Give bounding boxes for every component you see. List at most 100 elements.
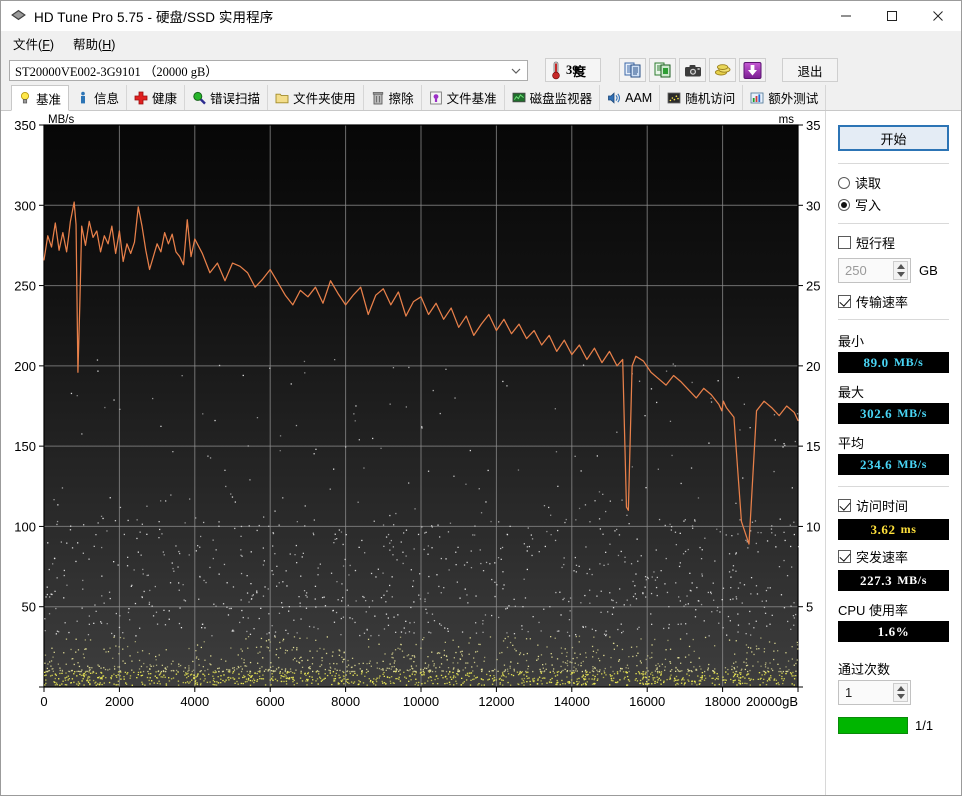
progress-row: 1/1 xyxy=(838,717,949,734)
short-stroke-stepper[interactable]: 250 xyxy=(838,258,911,283)
app-window: HD Tune Pro 5.75 - 硬盘/SSD 实用程序 文件(F) 帮助(… xyxy=(0,0,962,796)
temperature-indicator: 39度 xyxy=(545,58,601,82)
menu-file-accel: F xyxy=(42,38,50,52)
passes-stepper[interactable]: 1 xyxy=(838,680,911,705)
mode-write-option[interactable]: 写入 xyxy=(838,195,949,214)
coins-icon[interactable] xyxy=(709,58,736,82)
magnifier-icon xyxy=(192,91,206,105)
spin-up-icon[interactable] xyxy=(897,264,905,269)
svg-text:10: 10 xyxy=(806,519,820,534)
burst-rate-checkbox[interactable]: 突发速率 xyxy=(838,547,949,566)
svg-text:16000: 16000 xyxy=(629,694,665,709)
tab-extra-tests[interactable]: 额外测试 xyxy=(743,85,826,110)
tab-disk-monitor[interactable]: 磁盘监视器 xyxy=(505,85,601,110)
access-time-label: 访问时间 xyxy=(856,496,908,515)
passes-spin-down-icon[interactable] xyxy=(897,694,905,699)
start-button[interactable]: 开始 xyxy=(838,125,949,151)
file-benchmark-icon xyxy=(429,91,443,105)
tab-file-benchmark[interactable]: 文件基准 xyxy=(422,85,505,110)
short-stroke-checkbox[interactable]: 短行程 xyxy=(838,233,949,252)
svg-text:5: 5 xyxy=(806,600,813,615)
checkbox-transfer-rate-icon xyxy=(838,295,851,308)
access-time-unit: ms xyxy=(901,522,917,537)
tab-erase[interactable]: 擦除 xyxy=(364,85,422,110)
checkbox-short-stroke-icon xyxy=(838,236,851,249)
tab-info[interactable]: 信息 xyxy=(69,85,127,110)
passes-spin-up-icon[interactable] xyxy=(897,686,905,691)
transfer-rate-label: 传输速率 xyxy=(856,292,908,311)
access-time-checkbox[interactable]: 访问时间 xyxy=(838,496,949,515)
tab-benchmark[interactable]: 基准 xyxy=(11,85,69,111)
tab-error-scan[interactable]: 错误扫描 xyxy=(185,85,268,110)
svg-text:4000: 4000 xyxy=(180,694,209,709)
exit-button[interactable]: 退出 xyxy=(782,58,838,82)
drive-toolbar: ST20000VE002-3G9101 （20000 gB） 39度 xyxy=(1,55,961,85)
mode-read-option[interactable]: 读取 xyxy=(838,173,949,192)
access-time-display: 3.62 ms xyxy=(838,519,949,540)
copy-clipboard-icon[interactable] xyxy=(619,58,646,82)
transfer-rate-checkbox[interactable]: 传输速率 xyxy=(838,292,949,311)
drive-select-value: ST20000VE002-3G9101 （20000 gB） xyxy=(15,61,218,80)
spin-down-icon[interactable] xyxy=(897,272,905,277)
svg-text:6000: 6000 xyxy=(256,694,285,709)
tab-benchmark-label: 基准 xyxy=(36,89,61,108)
short-stroke-unit: GB xyxy=(919,263,938,278)
svg-text:20: 20 xyxy=(806,359,820,374)
min-value-display: 89.0 MB/s xyxy=(838,352,949,373)
speaker-icon xyxy=(607,91,621,105)
drive-select[interactable]: ST20000VE002-3G9101 （20000 gB） xyxy=(9,60,528,81)
tab-extra-tests-label: 额外测试 xyxy=(768,88,818,107)
svg-text:MB/s: MB/s xyxy=(48,114,74,126)
burst-rate-unit: MB/s xyxy=(897,573,927,588)
radio-read-icon xyxy=(838,177,850,189)
divider-1 xyxy=(838,163,949,164)
short-stroke-value: 250 xyxy=(839,263,867,278)
svg-text:2000: 2000 xyxy=(105,694,134,709)
maximize-button[interactable] xyxy=(869,1,915,32)
main-content: MB/sms5010015020025030035051015202530350… xyxy=(1,111,961,795)
tab-aam-label: AAM xyxy=(625,91,652,105)
menu-help[interactable]: 帮助(H) xyxy=(69,32,124,55)
tab-random-access-label: 随机访问 xyxy=(685,88,735,107)
burst-rate-value: 227.3 xyxy=(860,573,892,589)
svg-text:100: 100 xyxy=(14,519,36,534)
avg-unit: MB/s xyxy=(897,457,927,472)
minimize-button[interactable] xyxy=(823,1,869,32)
tab-file-benchmark-label: 文件基准 xyxy=(447,88,497,107)
svg-text:150: 150 xyxy=(14,439,36,454)
passes-row: 1 xyxy=(838,680,949,705)
benchmark-chart-svg: MB/sms5010015020025030035051015202530350… xyxy=(1,111,825,743)
passes-value: 1 xyxy=(839,685,852,700)
checkbox-burst-rate-icon xyxy=(838,550,851,563)
radio-write-icon xyxy=(838,199,850,211)
start-button-label: 开始 xyxy=(880,129,906,148)
window-title: HD Tune Pro 5.75 - 硬盘/SSD 实用程序 xyxy=(34,6,273,26)
tab-aam[interactable]: AAM xyxy=(600,85,660,110)
min-value: 89.0 xyxy=(864,355,889,371)
min-unit: MB/s xyxy=(894,355,924,370)
tab-health-label: 健康 xyxy=(152,88,177,107)
progress-text: 1/1 xyxy=(915,718,933,733)
avg-label: 平均 xyxy=(838,433,949,452)
close-button[interactable] xyxy=(915,1,961,32)
short-stroke-row: 250 GB xyxy=(838,258,949,283)
camera-icon[interactable] xyxy=(679,58,706,82)
copy-excel-icon[interactable] xyxy=(649,58,676,82)
passes-spin-arrows[interactable] xyxy=(893,683,908,702)
info-icon xyxy=(76,91,90,105)
tab-random-access[interactable]: 随机访问 xyxy=(660,85,743,110)
cpu-label: CPU 使用率 xyxy=(838,600,949,619)
svg-text:50: 50 xyxy=(22,600,36,615)
tab-info-label: 信息 xyxy=(94,88,119,107)
avg-value-display: 234.6 MB/s xyxy=(838,454,949,475)
short-stroke-spin-arrows[interactable] xyxy=(893,261,908,280)
svg-text:200: 200 xyxy=(14,359,36,374)
download-arrow-icon[interactable] xyxy=(739,58,766,82)
monitor-icon xyxy=(512,91,526,105)
tab-folder-usage[interactable]: 文件夹使用 xyxy=(268,85,364,110)
lightbulb-icon xyxy=(18,91,32,105)
menu-file[interactable]: 文件(F) xyxy=(9,32,63,55)
svg-text:0: 0 xyxy=(40,694,47,709)
tab-health[interactable]: 健康 xyxy=(127,85,185,110)
divider-2 xyxy=(838,223,949,224)
